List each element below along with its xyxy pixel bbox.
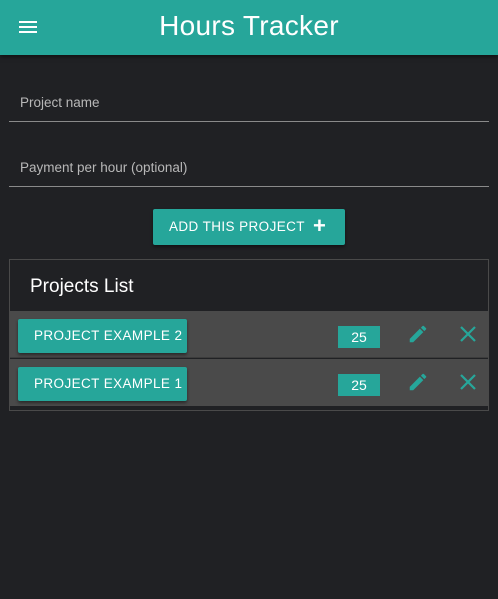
app-title: Hours Tracker <box>159 10 339 41</box>
add-project-label: ADD THIS PROJECT <box>169 219 305 234</box>
add-project-button[interactable]: ADD THIS PROJECT + <box>153 209 345 245</box>
project-name: PROJECT EXAMPLE 2 <box>34 328 183 343</box>
projects-list-title: Projects List <box>30 276 134 297</box>
close-icon-graphic <box>460 326 476 342</box>
project-button[interactable]: PROJECT EXAMPLE 2 <box>18 319 187 353</box>
payment-per-hour-input[interactable] <box>9 147 489 186</box>
project-name-input[interactable] <box>9 82 489 121</box>
payment-per-hour-field <box>9 147 489 187</box>
rate-badge: 25 <box>338 374 380 396</box>
project-row: PROJECT EXAMPLE 1 25 <box>10 359 488 406</box>
pencil-icon[interactable] <box>407 323 429 345</box>
pencil-icon[interactable] <box>407 371 429 393</box>
project-row: PROJECT EXAMPLE 2 25 <box>10 311 488 358</box>
project-name-field <box>9 82 489 122</box>
project-name: PROJECT EXAMPLE 1 <box>34 376 183 391</box>
app-bar: Hours Tracker <box>0 0 498 55</box>
rate-badge: 25 <box>338 326 380 348</box>
project-button[interactable]: PROJECT EXAMPLE 1 <box>18 367 187 401</box>
close-icon[interactable] <box>458 372 478 392</box>
pencil-icon-graphic <box>409 373 427 391</box>
projects-list-panel: Projects List PROJECT EXAMPLE 2 25 PROJE… <box>9 259 489 411</box>
close-icon[interactable] <box>458 324 478 344</box>
pencil-icon-graphic <box>409 325 427 343</box>
close-icon-graphic <box>460 374 476 390</box>
plus-icon: + <box>313 213 327 238</box>
